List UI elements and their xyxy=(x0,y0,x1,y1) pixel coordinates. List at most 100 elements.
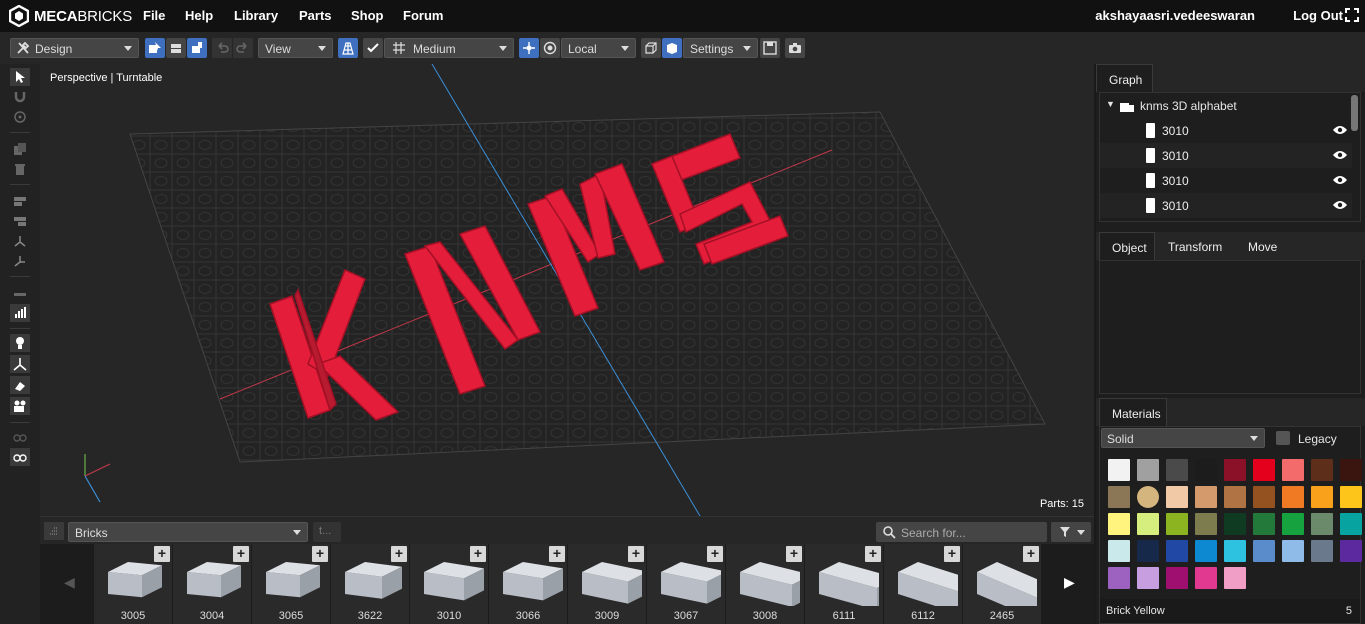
delete-tool-button[interactable] xyxy=(10,160,30,178)
color-swatch[interactable] xyxy=(1166,486,1188,508)
eye-icon[interactable] xyxy=(1332,174,1348,186)
filter-button[interactable] xyxy=(1051,522,1091,542)
add-part-button[interactable]: + xyxy=(628,546,644,562)
magnet-tool-button[interactable] xyxy=(10,88,30,106)
color-swatch[interactable] xyxy=(1195,459,1217,481)
fullscreen-icon[interactable] xyxy=(1345,8,1359,22)
add-part-button[interactable]: + xyxy=(391,546,407,562)
clone-mode-button[interactable] xyxy=(166,38,186,58)
part-tile[interactable]: + 2465 xyxy=(963,544,1041,624)
part-tile[interactable]: + 3008 xyxy=(726,544,804,624)
add-part-button[interactable]: + xyxy=(549,546,565,562)
bom-tool-button[interactable] xyxy=(10,304,30,322)
collapse-triangle-icon[interactable]: ▼ xyxy=(1106,99,1115,109)
part-tile[interactable]: + 3004 xyxy=(173,544,251,624)
flex-tool-button[interactable] xyxy=(10,252,30,270)
color-swatch[interactable] xyxy=(1311,486,1333,508)
color-swatch[interactable] xyxy=(1137,486,1159,508)
add-part-button[interactable]: + xyxy=(1023,546,1039,562)
menu-help[interactable]: Help xyxy=(185,8,213,23)
space-select[interactable]: Local xyxy=(561,38,636,58)
color-swatch[interactable] xyxy=(1224,540,1246,562)
add-part-button[interactable]: + xyxy=(786,546,802,562)
graph-item[interactable]: 3010 xyxy=(1100,193,1352,218)
color-swatch[interactable] xyxy=(1340,513,1362,535)
pivot-tool-button[interactable] xyxy=(10,108,30,126)
eye-icon[interactable] xyxy=(1332,124,1348,136)
graph-scrollbar[interactable] xyxy=(1351,95,1358,131)
axes-tool-button[interactable] xyxy=(10,355,30,373)
add-part-button[interactable]: + xyxy=(233,546,249,562)
color-swatch[interactable] xyxy=(1195,567,1217,589)
menu-library[interactable]: Library xyxy=(234,8,278,23)
category-select[interactable]: Bricks xyxy=(68,522,308,542)
legacy-checkbox[interactable] xyxy=(1276,431,1290,445)
tab-graph[interactable]: Graph xyxy=(1096,64,1153,92)
scroll-left-arrow-icon[interactable]: ◀ xyxy=(64,574,75,591)
tab-materials[interactable]: Materials xyxy=(1099,398,1167,426)
color-swatch[interactable] xyxy=(1311,540,1333,562)
hinge-tool-button[interactable] xyxy=(10,232,30,250)
color-swatch[interactable] xyxy=(1137,540,1159,562)
color-swatch[interactable] xyxy=(1224,486,1246,508)
color-swatch[interactable] xyxy=(1253,540,1275,562)
scene-canvas[interactable] xyxy=(40,64,1094,516)
add-part-button[interactable]: + xyxy=(944,546,960,562)
mecabricks-logo[interactable]: MECABRICKS xyxy=(9,5,132,27)
mode-select[interactable]: Design xyxy=(10,38,139,58)
grid-dots-button[interactable] xyxy=(44,522,64,540)
color-swatch[interactable] xyxy=(1137,513,1159,535)
glasses-tool-button[interactable] xyxy=(10,448,30,466)
tab-move[interactable]: Move xyxy=(1236,232,1289,260)
light-tool-button[interactable] xyxy=(10,334,30,352)
3d-viewport[interactable]: Perspective | Turntable Parts: 15 xyxy=(40,64,1094,516)
color-swatch[interactable] xyxy=(1108,486,1130,508)
undo-button[interactable] xyxy=(212,38,232,58)
color-swatch[interactable] xyxy=(1166,540,1188,562)
color-swatch[interactable] xyxy=(1340,486,1362,508)
ungroup-tool-button[interactable] xyxy=(10,212,30,230)
menu-shop[interactable]: Shop xyxy=(351,8,384,23)
graph-item[interactable]: 3010 xyxy=(1100,143,1352,168)
eye-icon[interactable] xyxy=(1332,199,1348,211)
paint-mode-button[interactable] xyxy=(187,38,207,58)
part-tile[interactable]: + 3010 xyxy=(410,544,488,624)
color-swatch[interactable] xyxy=(1340,459,1362,481)
color-swatch[interactable] xyxy=(1282,540,1304,562)
add-part-button[interactable]: + xyxy=(154,546,170,562)
color-swatch[interactable] xyxy=(1166,513,1188,535)
part-tile[interactable]: + 3622 xyxy=(331,544,409,624)
color-swatch[interactable] xyxy=(1166,459,1188,481)
part-tile[interactable]: + 3009 xyxy=(568,544,646,624)
paint-tool-button[interactable] xyxy=(10,376,30,394)
camera-tool-button[interactable] xyxy=(10,397,30,415)
material-type-select[interactable]: Solid xyxy=(1101,428,1265,448)
tab-transform[interactable]: Transform xyxy=(1156,232,1234,260)
select-tool-button[interactable] xyxy=(10,68,30,86)
graph-item[interactable]: 3010 xyxy=(1100,168,1352,193)
color-swatch[interactable] xyxy=(1108,513,1130,535)
logout-link[interactable]: Log Out xyxy=(1293,8,1343,23)
view-select[interactable]: View xyxy=(258,38,333,58)
settings-select[interactable]: Settings xyxy=(683,38,758,58)
color-swatch[interactable] xyxy=(1253,459,1275,481)
select-mode-button[interactable] xyxy=(145,38,165,58)
color-swatch[interactable] xyxy=(1253,513,1275,535)
add-part-button[interactable]: + xyxy=(470,546,486,562)
part-search-input[interactable]: Search for... xyxy=(876,522,1047,542)
color-swatch[interactable] xyxy=(1108,459,1130,481)
add-part-button[interactable]: + xyxy=(312,546,328,562)
solid-view-button[interactable] xyxy=(662,38,682,58)
scroll-right-arrow-icon[interactable]: ▶ xyxy=(1064,574,1075,591)
color-swatch[interactable] xyxy=(1108,540,1130,562)
username-link[interactable]: akshayaasri.vedeeswaran xyxy=(1095,8,1255,23)
menu-forum[interactable]: Forum xyxy=(403,8,443,23)
color-swatch[interactable] xyxy=(1282,513,1304,535)
color-swatch[interactable] xyxy=(1282,459,1304,481)
graph-root-item[interactable]: ▼ knms 3D alphabet xyxy=(1100,93,1352,118)
snap-toggle-button[interactable] xyxy=(363,38,383,58)
redo-button[interactable] xyxy=(233,38,253,58)
xray-tool-button[interactable] xyxy=(10,428,30,446)
color-swatch[interactable] xyxy=(1340,540,1362,562)
save-button[interactable] xyxy=(760,38,780,58)
